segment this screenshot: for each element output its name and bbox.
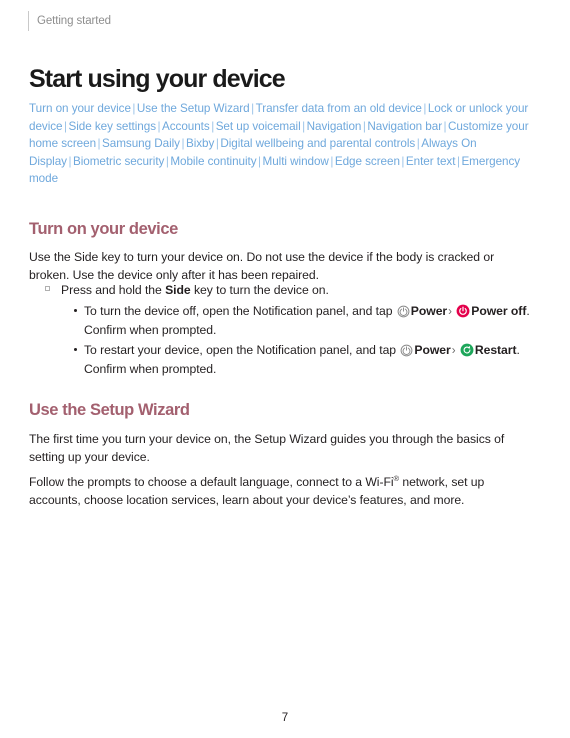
page-number: 7 <box>281 712 289 724</box>
power-menu-label-1: Power <box>410 304 448 318</box>
toc-link-biometric-security[interactable]: Biometric security <box>73 155 164 168</box>
power-off-icon <box>456 304 470 318</box>
section-heading-turn-on-your-device: Turn on your device <box>29 219 178 238</box>
toc-link-turn-on-your-device[interactable]: Turn on your device <box>29 102 131 115</box>
header-divider-rule <box>28 11 29 31</box>
power-outline-icon <box>400 344 413 357</box>
power-off-label: Power off <box>471 304 527 318</box>
toc-link-set-up-voicemail[interactable]: Set up voicemail <box>216 120 301 133</box>
chevron-right-icon-1: › <box>448 306 452 318</box>
section-heading-use-the-setup-wizard: Use the Setup Wizard <box>29 400 190 419</box>
toc-link-mobile-continuity[interactable]: Mobile continuity <box>170 155 256 168</box>
page-title: Start using your device <box>29 64 286 93</box>
paragraph-setup-wizard-prompts: Follow the prompts to choose a default l… <box>29 473 537 509</box>
power-outline-icon <box>397 305 410 318</box>
toc-link-use-the-setup-wizard[interactable]: Use the Setup Wizard <box>137 102 250 115</box>
running-header-label: Getting started <box>37 15 111 27</box>
toc-link-navigation[interactable]: Navigation <box>307 120 362 133</box>
toc-link-side-key-settings[interactable]: Side key settings <box>68 120 156 133</box>
document-page: Getting started Start using your device … <box>0 0 570 738</box>
bullet-list-turn-on: Press and hold the Side key to turn the … <box>45 281 540 380</box>
list-item-restart: To restart your device, open the Notific… <box>74 341 540 378</box>
toc-link-enter-text[interactable]: Enter text <box>406 155 456 168</box>
wifi-text-part-1: Follow the prompts to choose a default l… <box>29 475 394 490</box>
toc-link-transfer-data-from-an-old-device[interactable]: Transfer data from an old device <box>256 102 422 115</box>
power-off-lead-text: To turn the device off, open the Notific… <box>84 304 393 318</box>
bullet-bold-word: Side <box>165 283 191 297</box>
dot-bullet-icon <box>74 309 77 312</box>
toc-link-edge-screen[interactable]: Edge screen <box>335 155 400 168</box>
toc-link-multi-window[interactable]: Multi window <box>263 155 329 168</box>
chevron-right-icon-2: › <box>451 345 456 357</box>
list-item-power-off: To turn the device off, open the Notific… <box>74 302 540 339</box>
paragraph-setup-wizard-intro: The first time you turn your device on, … <box>29 432 505 465</box>
list-item-press-and-hold: Press and hold the Side key to turn the … <box>45 281 540 299</box>
toc-link-bixby[interactable]: Bixby <box>186 137 214 150</box>
toc-link-digital-wellbeing-and-parental-controls[interactable]: Digital wellbeing and parental controls <box>220 137 415 150</box>
power-menu-label-2: Power <box>414 343 451 357</box>
paragraph-turn-on-your-device: Use the Side key to turn your device on.… <box>29 250 495 283</box>
bullet-text-before: Press and hold the <box>61 283 166 297</box>
toc-link-accounts[interactable]: Accounts <box>162 120 210 133</box>
bullet-text-after: key to turn the device on. <box>190 283 329 297</box>
running-header: Getting started <box>28 11 111 31</box>
square-bullet-icon <box>45 286 50 291</box>
restart-lead-text: To restart your device, open the Notific… <box>84 343 397 357</box>
dot-bullet-icon <box>74 348 77 351</box>
restart-icon <box>460 343 474 357</box>
restart-label: Restart <box>474 343 517 357</box>
sub-bullet-list: To turn the device off, open the Notific… <box>45 302 540 378</box>
section-link-list[interactable]: Turn on your device | Use the Setup Wizard… <box>29 100 529 188</box>
toc-link-samsung-daily[interactable]: Samsung Daily <box>102 137 180 150</box>
toc-link-navigation-bar[interactable]: Navigation bar <box>367 120 442 133</box>
